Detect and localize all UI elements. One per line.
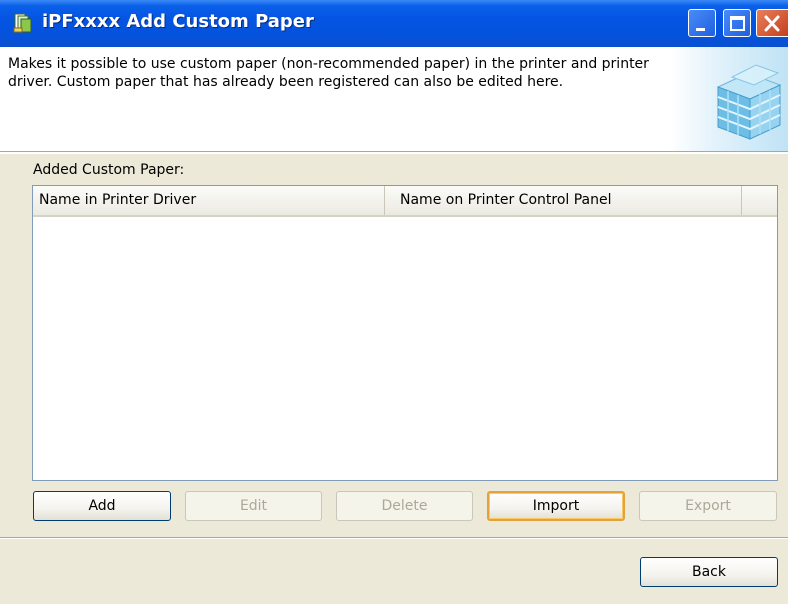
back-button[interactable]: Back (640, 557, 778, 587)
printer-icon (12, 12, 34, 34)
header-description: Makes it possible to use custom paper (n… (8, 56, 649, 90)
delete-button[interactable]: Delete (336, 491, 473, 521)
minimize-button[interactable] (688, 9, 716, 37)
column-header-extra[interactable] (743, 186, 777, 215)
column-header-panel-name[interactable]: Name on Printer Control Panel (386, 186, 742, 215)
column-header-driver-name[interactable]: Name in Printer Driver (33, 186, 385, 215)
export-button[interactable]: Export (639, 491, 777, 521)
edit-button[interactable]: Edit (185, 491, 322, 521)
custom-paper-list[interactable]: Name in Printer Driver Name on Printer C… (32, 185, 778, 481)
window-title: iPFxxxx Add Custom Paper (42, 11, 314, 32)
header-separator (0, 151, 788, 154)
paper-stack-art (670, 47, 788, 151)
maximize-button[interactable] (723, 9, 751, 37)
import-button[interactable]: Import (487, 491, 625, 521)
list-header: Name in Printer Driver Name on Printer C… (33, 186, 777, 217)
footer-separator (0, 537, 788, 539)
added-custom-paper-label: Added Custom Paper: (33, 162, 185, 178)
title-bar[interactable]: iPFxxxx Add Custom Paper (0, 0, 788, 47)
header-panel: Makes it possible to use custom paper (n… (0, 47, 788, 151)
add-custom-paper-window: iPFxxxx Add Custom Paper Makes it possib… (0, 0, 788, 604)
add-button[interactable]: Add (33, 491, 171, 521)
close-button[interactable] (756, 9, 788, 37)
